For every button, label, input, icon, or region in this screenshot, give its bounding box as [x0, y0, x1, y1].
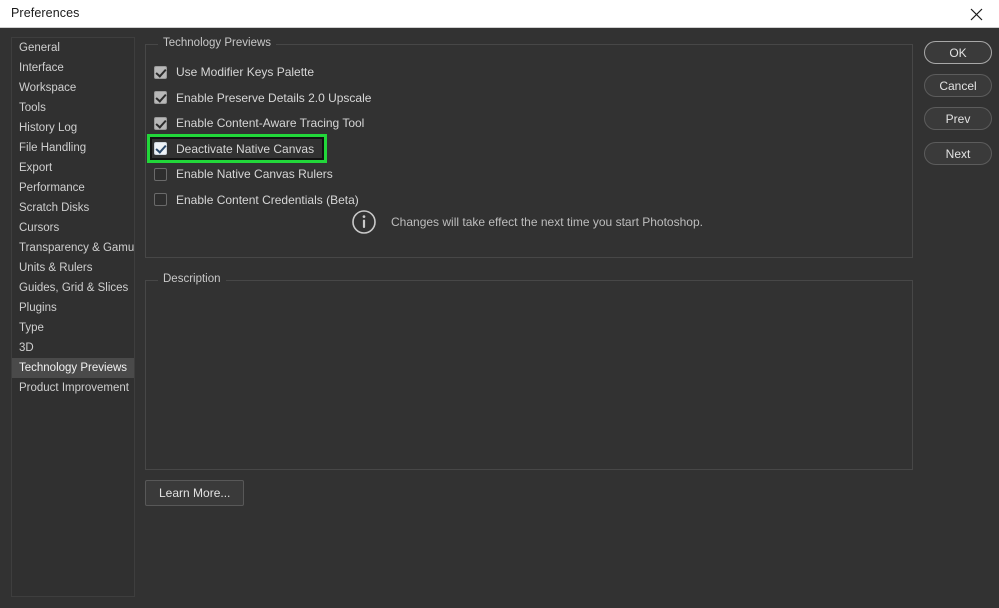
- sidebar-item-product-improvement[interactable]: Product Improvement: [12, 378, 134, 398]
- sidebar-item-history-log[interactable]: History Log: [12, 118, 134, 138]
- restart-note: Changes will take effect the next time y…: [351, 209, 703, 235]
- sidebar-item-label: Scratch Disks: [19, 202, 90, 214]
- technology-previews-group: Technology Previews Use Modifier Keys Pa…: [145, 37, 913, 258]
- cancel-button[interactable]: Cancel: [924, 74, 992, 97]
- close-icon: [970, 8, 982, 20]
- checkbox-enable-content-aware-tracing-tool[interactable]: [154, 116, 167, 130]
- checkbox-row-enable-content-credentials-beta[interactable]: Enable Content Credentials (Beta): [154, 189, 359, 211]
- close-button[interactable]: [953, 0, 999, 28]
- sidebar-item-guides-grid-slices[interactable]: Guides, Grid & Slices: [12, 278, 134, 298]
- checkbox-label: Enable Preserve Details 2.0 Upscale: [176, 90, 372, 105]
- sidebar-item-file-handling[interactable]: File Handling: [12, 138, 134, 158]
- sidebar-item-label: Export: [19, 162, 53, 174]
- sidebar-item-label: Units & Rulers: [19, 262, 93, 274]
- next-button[interactable]: Next: [924, 142, 992, 165]
- sidebar-item-3d[interactable]: 3D: [12, 338, 134, 358]
- ok-button[interactable]: OK: [924, 41, 992, 64]
- sidebar-item-label: History Log: [19, 122, 78, 134]
- sidebar-item-label: 3D: [19, 342, 34, 354]
- checkbox-row-deactivate-native-canvas[interactable]: Deactivate Native Canvas: [154, 138, 314, 160]
- sidebar-item-label: Transparency & Gamut: [19, 242, 135, 254]
- sidebar-item-label: Cursors: [19, 222, 60, 234]
- sidebar-item-general[interactable]: General: [12, 38, 134, 58]
- checkbox-row-enable-preserve-details-2-0-upscale[interactable]: Enable Preserve Details 2.0 Upscale: [154, 87, 371, 109]
- info-circle-icon: [352, 210, 376, 234]
- sidebar-item-performance[interactable]: Performance: [12, 178, 134, 198]
- window-titlebar: Preferences: [0, 0, 999, 28]
- sidebar-item-plugins[interactable]: Plugins: [12, 298, 134, 318]
- window-title: Preferences: [11, 6, 80, 20]
- sidebar-item-technology-previews[interactable]: Technology Previews: [12, 358, 134, 378]
- checkbox-label: Use Modifier Keys Palette: [176, 65, 315, 79]
- preferences-category-list[interactable]: General Interface Workspace Tools History Lo…: [11, 37, 135, 597]
- prev-button[interactable]: Prev: [924, 107, 992, 130]
- checkbox-label: Enable Content-Aware Tracing Tool: [176, 116, 365, 130]
- description-legend: Description: [158, 273, 226, 285]
- sidebar-item-label: Interface: [19, 62, 64, 74]
- learn-more-button[interactable]: Learn More...: [145, 480, 245, 506]
- sidebar-item-cursors[interactable]: Cursors: [12, 218, 134, 238]
- restart-note-text: Changes will take effect the next time y…: [391, 215, 703, 229]
- checkbox-enable-content-credentials-beta[interactable]: [154, 193, 167, 206]
- description-group: Description: [145, 273, 913, 470]
- sidebar-item-label: Performance: [19, 182, 85, 194]
- sidebar-item-label: Guides, Grid & Slices: [19, 282, 129, 294]
- checkbox-row-enable-native-canvas-rulers[interactable]: Enable Native Canvas Rulers: [154, 163, 333, 185]
- sidebar-item-interface[interactable]: Interface: [12, 58, 134, 78]
- checkbox-label: Enable Native Canvas Rulers: [176, 167, 333, 181]
- technology-previews-legend: Technology Previews: [158, 37, 277, 49]
- checkbox-enable-native-canvas-rulers[interactable]: [154, 167, 167, 181]
- sidebar-item-label: Type: [19, 322, 44, 334]
- checkbox-row-use-modifier-keys-palette[interactable]: Use Modifier Keys Palette: [154, 61, 314, 83]
- sidebar-item-export[interactable]: Export: [12, 158, 134, 178]
- checkbox-label: Deactivate Native Canvas: [176, 141, 315, 156]
- sidebar-item-label: Tools: [19, 102, 46, 114]
- sidebar-item-label: Product Improvement: [19, 382, 129, 394]
- checkbox-deactivate-native-canvas[interactable]: [154, 142, 167, 155]
- sidebar-item-label: General: [19, 42, 60, 54]
- checkbox-enable-preserve-details-2-0-upscale[interactable]: [154, 91, 167, 104]
- checkbox-use-modifier-keys-palette[interactable]: [154, 65, 167, 79]
- sidebar-item-scratch-disks[interactable]: Scratch Disks: [12, 198, 134, 218]
- sidebar-item-type[interactable]: Type: [12, 318, 134, 338]
- checkbox-row-enable-content-aware-tracing-tool[interactable]: Enable Content-Aware Tracing Tool: [154, 112, 364, 134]
- sidebar-item-transparency-gamut[interactable]: Transparency & Gamut: [12, 238, 134, 258]
- sidebar-item-tools[interactable]: Tools: [12, 98, 134, 118]
- sidebar-item-workspace[interactable]: Workspace: [12, 78, 134, 98]
- preferences-dialog: Preferences General Interface Workspace Too…: [0, 0, 999, 608]
- sidebar-item-units-rulers[interactable]: Units & Rulers: [12, 258, 134, 278]
- sidebar-item-label: File Handling: [19, 142, 87, 154]
- sidebar-item-label: Plugins: [19, 302, 57, 314]
- sidebar-item-label: Technology Previews: [19, 362, 128, 374]
- sidebar-item-label: Workspace: [19, 82, 77, 94]
- checkbox-label: Enable Content Credentials (Beta): [176, 192, 359, 207]
